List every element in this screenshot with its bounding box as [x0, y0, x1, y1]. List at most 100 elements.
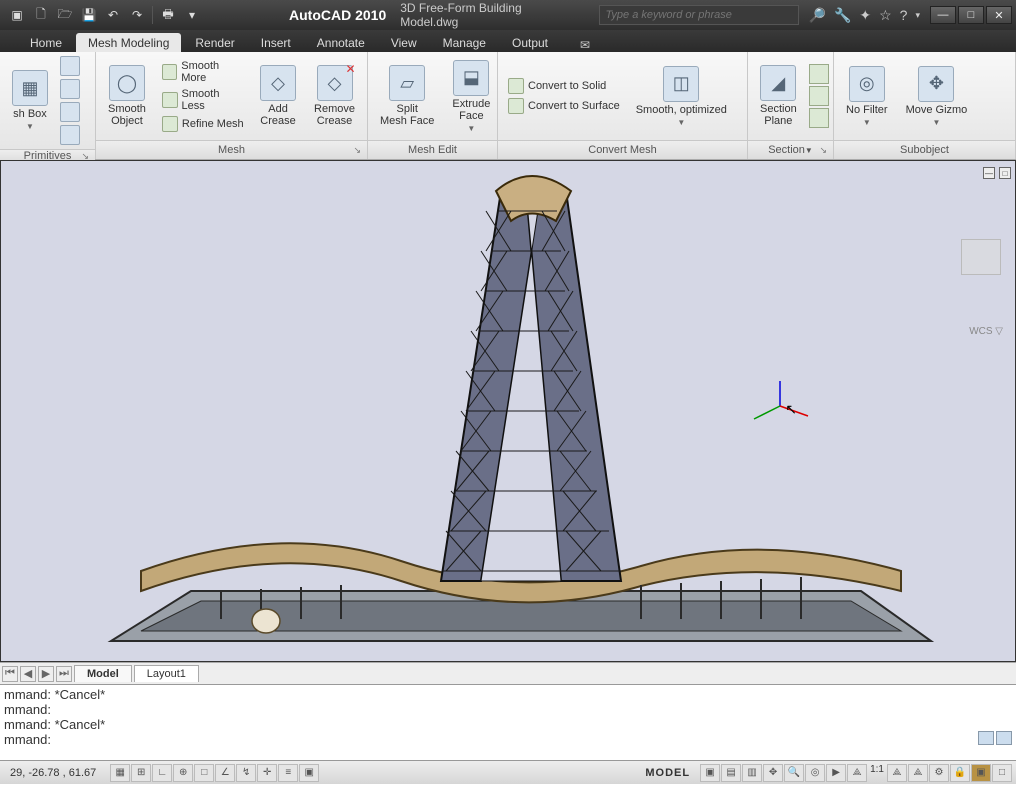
window-buttons: — □ ✕ — [930, 6, 1016, 24]
smooth-object-button[interactable]: ◯ Smooth Object — [102, 63, 152, 129]
convert-to-solid-button[interactable]: Convert to Solid — [504, 77, 624, 95]
toolbar-lock-button[interactable]: 🔒 — [950, 764, 970, 782]
space-label[interactable]: MODEL — [635, 767, 700, 779]
grid-toggle[interactable]: ⊞ — [131, 764, 151, 782]
hardware-accel-button[interactable]: ▣ — [971, 764, 991, 782]
close-button[interactable]: ✕ — [986, 6, 1012, 24]
tab-mesh-modeling[interactable]: Mesh Modeling — [76, 33, 181, 52]
steering-wheel-button[interactable]: ◎ — [805, 764, 825, 782]
smooth-optimized-button[interactable]: ◫ Smooth, optimized ▼ — [630, 64, 733, 129]
section-plane-button[interactable]: ◢ Section Plane — [754, 63, 803, 129]
tab-output[interactable]: Output — [500, 33, 560, 52]
section-block-icon[interactable] — [809, 108, 829, 128]
osnap-toggle[interactable]: □ — [194, 764, 214, 782]
exchange-icon[interactable]: ✦ — [859, 7, 871, 24]
search-input[interactable] — [599, 5, 799, 25]
layout-tab-model[interactable]: Model — [74, 665, 132, 682]
dialog-launcher-icon[interactable]: ↘ — [819, 145, 827, 156]
layout-tab-layout1[interactable]: Layout1 — [134, 665, 199, 682]
smooth-less-button[interactable]: Smooth Less — [158, 87, 248, 113]
redo-icon[interactable]: ↷ — [128, 6, 146, 24]
layout-next-button[interactable]: ▶ — [38, 666, 54, 682]
tab-view[interactable]: View — [379, 33, 429, 52]
move-gizmo-button[interactable]: ✥ Move Gizmo ▼ — [900, 64, 974, 129]
quick-access-toolbar: ▣ 🗋 🗁 💾 ↶ ↷ 🖶 ▾ — [0, 6, 209, 24]
snap-toggle[interactable]: ▦ — [110, 764, 130, 782]
extrude-face-button[interactable]: ⬓ Extrude Face ▼ — [446, 58, 496, 135]
new-icon[interactable]: 🗋 — [32, 6, 50, 24]
infocenter-dropdown-icon[interactable]: ▾ — [915, 10, 920, 21]
pan-button[interactable]: ✥ — [763, 764, 783, 782]
smooth-more-button[interactable]: Smooth More — [158, 59, 248, 85]
tab-insert[interactable]: Insert — [249, 33, 303, 52]
maximize-button[interactable]: □ — [958, 6, 984, 24]
dyn-toggle[interactable]: ✛ — [257, 764, 277, 782]
infocenter-icons: 🔎 🔧 ✦ ☆ ? ▾ — [799, 7, 931, 24]
command-window[interactable]: mmand: *Cancel* mmand: mmand: *Cancel* m… — [0, 684, 1016, 760]
command-scroll-left[interactable] — [978, 731, 994, 745]
tab-manage[interactable]: Manage — [431, 33, 498, 52]
tab-render[interactable]: Render — [183, 33, 246, 52]
help-icon[interactable]: ? — [900, 7, 908, 23]
zoom-button[interactable]: 🔍 — [784, 764, 804, 782]
open-icon[interactable]: 🗁 — [56, 6, 74, 24]
section-jog-icon[interactable] — [809, 64, 829, 84]
polar-toggle[interactable]: ⊕ — [173, 764, 193, 782]
qp-toggle[interactable]: ▣ — [299, 764, 319, 782]
dialog-launcher-icon[interactable]: ↘ — [353, 145, 361, 156]
layout-first-button[interactable]: ⏮ — [2, 666, 18, 682]
quickview-layouts-button[interactable]: ▤ — [721, 764, 741, 782]
modelspace-button[interactable]: ▣ — [700, 764, 720, 782]
print-icon[interactable]: 🖶 — [159, 6, 177, 24]
layout-last-button[interactable]: ⏭ — [56, 666, 72, 682]
refine-mesh-button[interactable]: Refine Mesh — [158, 115, 248, 133]
mesh-torus-icon[interactable] — [60, 125, 80, 145]
qat-dropdown-icon[interactable]: ▾ — [183, 6, 201, 24]
clean-screen-button[interactable]: □ — [992, 764, 1012, 782]
annotation-scale-value[interactable]: 1:1 — [868, 764, 886, 782]
mesh-sphere-icon[interactable] — [60, 102, 80, 122]
mesh-cone-icon[interactable] — [60, 56, 80, 76]
mesh-cylinder-icon[interactable] — [60, 79, 80, 99]
showmotion-button[interactable]: ▶ — [826, 764, 846, 782]
annotation-scale-icon[interactable]: ⟁ — [847, 764, 867, 782]
viewport-maximize-button[interactable]: □ — [999, 167, 1011, 179]
app-menu-icon[interactable]: ▣ — [8, 6, 26, 24]
convert-to-surface-button[interactable]: Convert to Surface — [504, 97, 624, 115]
remove-crease-button[interactable]: ◇✕ Remove Crease — [308, 63, 361, 129]
split-mesh-face-button[interactable]: ▱ Split Mesh Face — [374, 63, 440, 129]
wcs-label[interactable]: WCS ▽ — [969, 326, 1003, 337]
ducs-toggle[interactable]: ↯ — [236, 764, 256, 782]
mesh-box-button[interactable]: ▦ sh Box ▼ — [6, 68, 54, 133]
workspace-switching-button[interactable]: ⚙ — [929, 764, 949, 782]
status-bar: 29, -26.78 , 61.67 ▦ ⊞ ∟ ⊕ □ ∠ ↯ ✛ ≡ ▣ M… — [0, 760, 1016, 784]
add-crease-button[interactable]: ◇ Add Crease — [254, 63, 302, 129]
tab-home[interactable]: Home — [18, 33, 74, 52]
drawing-viewport[interactable]: — □ WCS ▽ ↖ — [0, 160, 1016, 662]
key-icon[interactable]: 🔧 — [834, 7, 851, 24]
no-filter-button[interactable]: ◎ No Filter ▼ — [840, 64, 894, 129]
tab-annotate[interactable]: Annotate — [305, 33, 377, 52]
viewcube[interactable] — [961, 239, 1001, 275]
smooth-less-icon — [162, 92, 178, 108]
undo-icon[interactable]: ↶ — [104, 6, 122, 24]
otrack-toggle[interactable]: ∠ — [215, 764, 235, 782]
quickview-drawings-button[interactable]: ▥ — [742, 764, 762, 782]
layout-prev-button[interactable]: ◀ — [20, 666, 36, 682]
mesh-box-icon: ▦ — [12, 70, 48, 106]
minimize-button[interactable]: — — [930, 6, 956, 24]
mail-icon[interactable]: ✉ — [580, 38, 590, 52]
annotation-visibility-button[interactable]: ⟁ — [887, 764, 907, 782]
annotation-autoscale-button[interactable]: ⟁ — [908, 764, 928, 782]
section-live-icon[interactable] — [809, 86, 829, 106]
viewport-minimize-button[interactable]: — — [983, 167, 995, 179]
save-icon[interactable]: 💾 — [80, 6, 98, 24]
favorite-icon[interactable]: ☆ — [879, 7, 892, 24]
titlebar: ▣ 🗋 🗁 💾 ↶ ↷ 🖶 ▾ AutoCAD 2010 3D Free-For… — [0, 0, 1016, 30]
command-scroll-right[interactable] — [996, 731, 1012, 745]
dropdown-icon: ▼ — [677, 118, 685, 127]
lwt-toggle[interactable]: ≡ — [278, 764, 298, 782]
search-box[interactable] — [599, 5, 799, 25]
ortho-toggle[interactable]: ∟ — [152, 764, 172, 782]
binoculars-icon[interactable]: 🔎 — [809, 7, 826, 24]
